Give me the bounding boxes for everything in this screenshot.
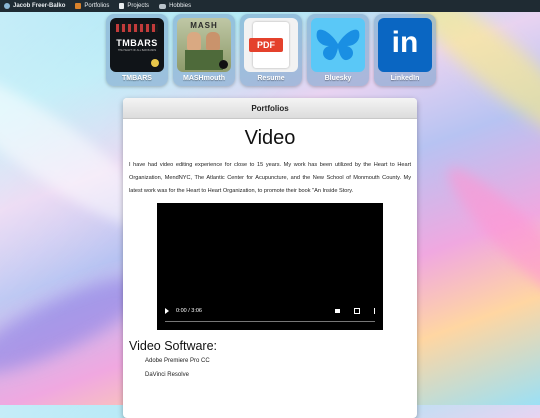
document-icon bbox=[119, 3, 125, 9]
nav-item-label: Hobbies bbox=[169, 3, 192, 9]
tile-bluesky[interactable]: Bluesky bbox=[307, 14, 369, 86]
software-item: DaVinci Resolve bbox=[145, 372, 189, 378]
butterfly-icon bbox=[311, 18, 365, 72]
software-item: Adobe Premiere Pro CC bbox=[145, 358, 210, 364]
linkedin-icon: in bbox=[378, 18, 432, 72]
tile-label: LinkedIn bbox=[390, 75, 420, 82]
tile-linkedin[interactable]: in LinkedIn bbox=[374, 14, 436, 86]
folder-icon bbox=[75, 3, 82, 9]
play-icon[interactable] bbox=[165, 308, 169, 314]
nav-brand-label: Jacob Freer-Balko bbox=[13, 3, 66, 9]
nav-item-portfolios[interactable]: Portfolios bbox=[75, 3, 109, 9]
avatar-icon bbox=[4, 3, 10, 9]
tile-label: TMBARS bbox=[122, 75, 152, 82]
nav-brand[interactable]: Jacob Freer-Balko bbox=[4, 3, 65, 9]
mashmouth-logo: MASH bbox=[177, 18, 231, 72]
tile-label: MASHmouth bbox=[183, 75, 225, 82]
software-heading: Video Software: bbox=[129, 339, 218, 353]
panel-content: Video I have had video editing experienc… bbox=[123, 127, 417, 378]
fullscreen-icon[interactable] bbox=[353, 308, 360, 314]
tile-label: Resume bbox=[257, 75, 285, 82]
video-player[interactable]: 0:00 / 3:06 bbox=[157, 203, 383, 330]
portfolio-panel: Portfolios Video I have had video editin… bbox=[123, 98, 417, 418]
nav-item-hobbies[interactable]: Hobbies bbox=[159, 3, 191, 9]
tile-resume[interactable]: PDF Resume bbox=[240, 14, 302, 86]
nav-item-projects[interactable]: Projects bbox=[119, 3, 149, 9]
controller-icon bbox=[159, 3, 167, 9]
more-options-icon[interactable] bbox=[373, 308, 375, 314]
nav-item-label: Projects bbox=[127, 3, 150, 9]
link-tiles: TMBARS THE HEART OF ALL BAR BANDS TMBARS… bbox=[106, 14, 436, 86]
video-progress-track[interactable] bbox=[165, 321, 375, 322]
tmbars-logo: TMBARS THE HEART OF ALL BAR BANDS bbox=[110, 18, 164, 72]
intro-paragraph: I have had video editing experience for … bbox=[129, 162, 411, 194]
pdf-icon: PDF bbox=[244, 18, 298, 72]
volume-icon[interactable] bbox=[334, 309, 340, 313]
panel-header: Portfolios bbox=[123, 98, 417, 119]
page-title: Video bbox=[244, 127, 296, 149]
tile-mashmouth[interactable]: MASH MASHmouth bbox=[173, 14, 235, 86]
background-streak bbox=[435, 155, 540, 325]
nav-item-label: Portfolios bbox=[84, 3, 110, 9]
video-time: 0:00 / 3:06 bbox=[176, 308, 202, 314]
video-controls: 0:00 / 3:06 bbox=[163, 306, 377, 316]
tile-label: Bluesky bbox=[324, 75, 352, 82]
tile-tmbars[interactable]: TMBARS THE HEART OF ALL BAR BANDS TMBARS bbox=[106, 14, 168, 86]
top-navbar: Jacob Freer-Balko Portfolios Projects Ho… bbox=[0, 0, 540, 12]
